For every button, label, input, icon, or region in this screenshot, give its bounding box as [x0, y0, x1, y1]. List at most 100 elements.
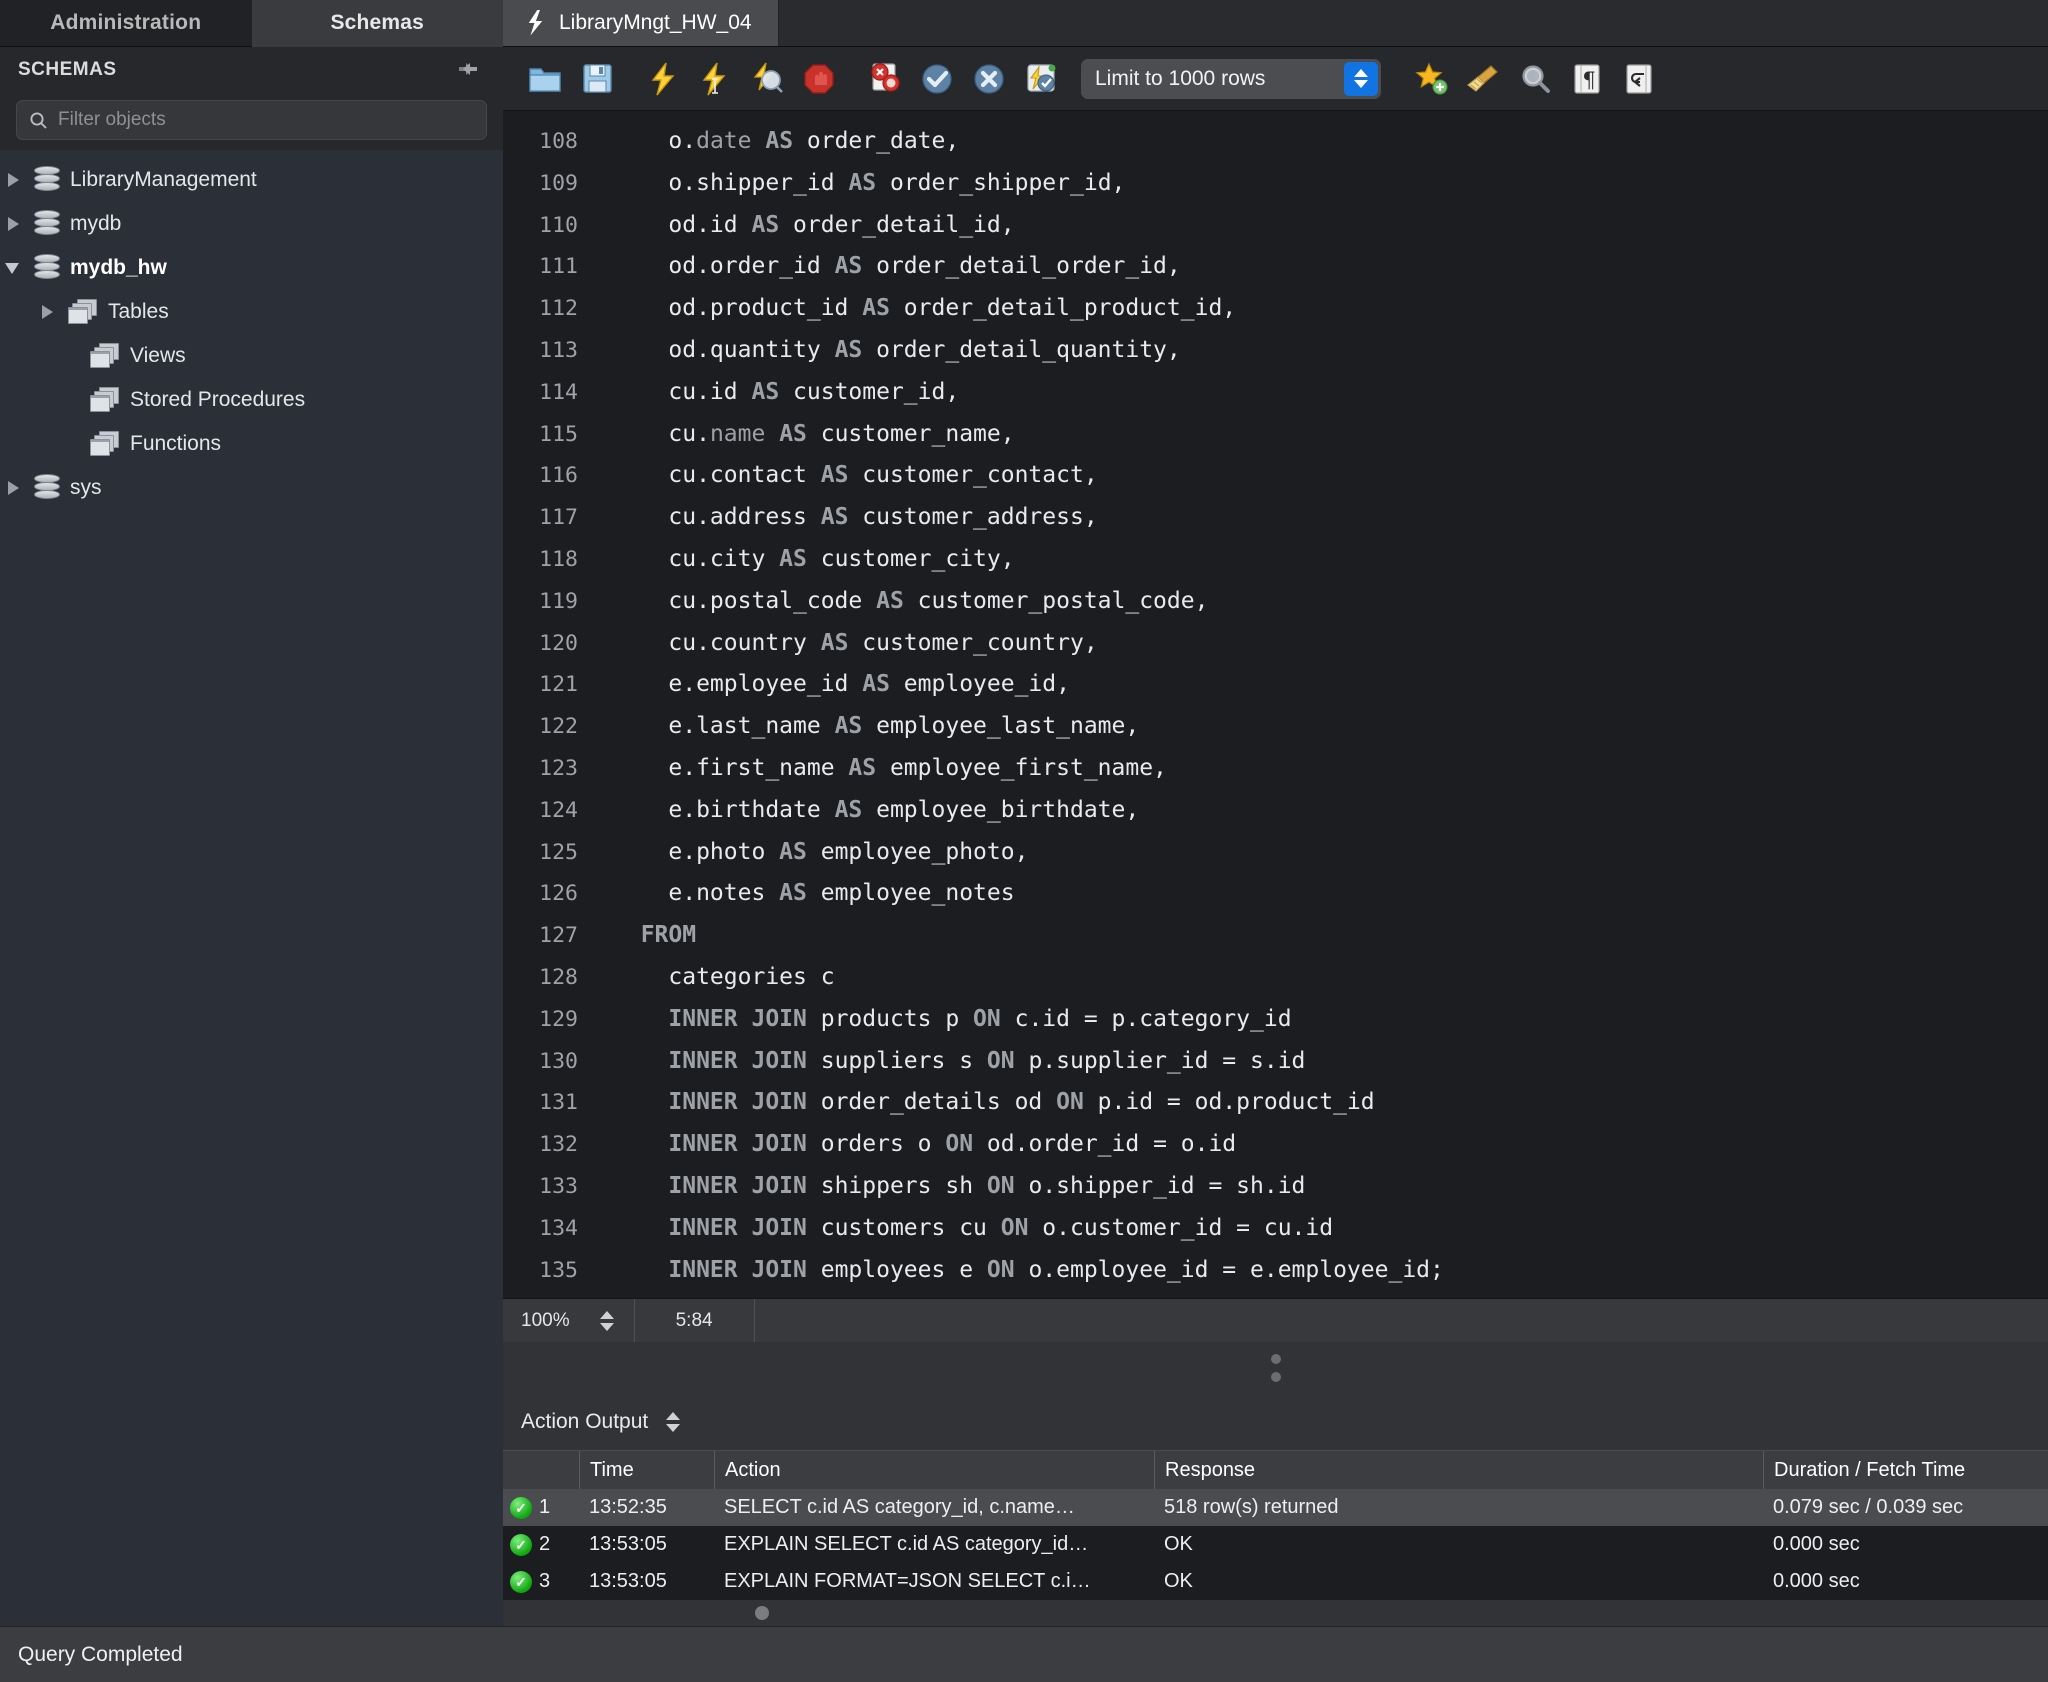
code-line[interactable]: cu.name AS customer_name, — [613, 414, 2048, 456]
row-response: OK — [1164, 1570, 1193, 1592]
output-type-select[interactable] — [666, 1412, 681, 1432]
toggle-stop-on-error-button[interactable] — [859, 53, 911, 105]
editor-tab-group: LibraryMngt_HW_04 — [503, 0, 2048, 47]
tree-item-label: LibraryManagement — [70, 168, 257, 191]
sql-editor-toolbar: Limit to 1000 rows ¶ — [503, 47, 2048, 111]
row-time: 13:53:05 — [589, 1570, 667, 1592]
filter-area — [0, 93, 503, 150]
execute-statement-button[interactable] — [637, 53, 689, 105]
no-chevron-spacer — [60, 434, 80, 454]
search-input[interactable] — [58, 109, 474, 131]
code-line[interactable]: INNER JOIN suppliers s ON p.supplier_id … — [613, 1041, 2048, 1083]
sql-code-text[interactable]: o.date AS order_date, o.shipper_id AS or… — [595, 111, 2048, 1298]
commit-button[interactable] — [911, 53, 963, 105]
code-line[interactable]: cu.contact AS customer_contact, — [613, 455, 2048, 497]
code-line[interactable]: od.quantity AS order_detail_quantity, — [613, 330, 2048, 372]
code-line[interactable]: o.date AS order_date, — [613, 121, 2048, 163]
line-number: 130 — [539, 1048, 578, 1074]
table-row[interactable]: ✓ 2 13:53:05 EXPLAIN SELECT c.id AS categor… — [503, 1526, 2048, 1563]
app-status-bar: Query Completed — [0, 1626, 2048, 1682]
schemas-header: SCHEMAS — [0, 47, 503, 93]
filter-box[interactable] — [16, 100, 487, 140]
code-line[interactable]: INNER JOIN products p ON c.id = p.catego… — [613, 999, 2048, 1041]
line-number: 127 — [539, 923, 578, 949]
chevron-right-icon[interactable] — [4, 170, 24, 190]
toggle-word-wrap-button[interactable] — [1613, 53, 1665, 105]
toggle-autocommit-button[interactable] — [1015, 53, 1067, 105]
col-action-header[interactable]: Action — [714, 1451, 1154, 1489]
code-line[interactable]: categories c — [613, 957, 2048, 999]
col-duration-header[interactable]: Duration / Fetch Time — [1763, 1451, 2048, 1489]
code-line[interactable]: cu.id AS customer_id, — [613, 372, 2048, 414]
results-splitter[interactable] — [503, 1342, 2048, 1394]
tree-item-views[interactable]: Views — [0, 334, 503, 378]
editor-status-bar: 100% 5:84 — [503, 1298, 2048, 1343]
code-line[interactable]: o.shipper_id AS order_shipper_id, — [613, 163, 2048, 205]
editor-tab-librarymngt-hw-04[interactable]: LibraryMngt_HW_04 — [503, 0, 779, 46]
beautify-sql-button[interactable] — [1457, 53, 1509, 105]
row-limit-select[interactable]: Limit to 1000 rows — [1081, 58, 1381, 99]
code-line[interactable]: cu.postal_code AS customer_postal_code, — [613, 581, 2048, 623]
code-line[interactable]: cu.country AS customer_country, — [613, 623, 2048, 665]
status-message: Query Completed — [18, 1642, 183, 1666]
tree-item-sys[interactable]: sys — [0, 466, 503, 510]
sql-code-editor[interactable]: 108 109 110 111 112 113 114 115 116 117 118 119 120 1… — [503, 111, 2048, 1298]
tree-item-tables[interactable]: Tables — [0, 290, 503, 334]
table-row[interactable]: ✓ 1 13:52:35 SELECT c.id AS category_id, c.… — [503, 1489, 2048, 1526]
line-number: 126 — [539, 881, 578, 907]
code-line[interactable]: od.id AS order_detail_id, — [613, 205, 2048, 247]
tree-item-librarymanagement[interactable]: LibraryManagement — [0, 158, 503, 202]
execute-current-statement-button[interactable] — [689, 53, 741, 105]
code-line[interactable]: FROM — [613, 915, 2048, 957]
code-line[interactable]: e.employee_id AS employee_id, — [613, 664, 2048, 706]
chevron-right-icon[interactable] — [38, 302, 58, 322]
refresh-icon[interactable] — [455, 57, 481, 83]
stop-execution-button[interactable] — [793, 53, 845, 105]
explain-statement-button[interactable] — [741, 53, 793, 105]
code-line[interactable]: od.order_id AS order_detail_order_id, — [613, 246, 2048, 288]
code-line[interactable]: INNER JOIN order_details od ON p.id = od… — [613, 1082, 2048, 1124]
line-number: 135 — [539, 1257, 578, 1283]
col-response-header[interactable]: Response — [1154, 1451, 1763, 1489]
tab-administration[interactable]: Administration — [0, 0, 252, 47]
code-line[interactable]: e.notes AS employee_notes — [613, 873, 2048, 915]
toggle-invisible-chars-button[interactable]: ¶ — [1561, 53, 1613, 105]
code-line[interactable]: e.last_name AS employee_last_name, — [613, 706, 2048, 748]
find-button[interactable] — [1509, 53, 1561, 105]
chevron-updown-icon[interactable] — [1344, 61, 1378, 96]
tab-schemas[interactable]: Schemas — [251, 0, 503, 47]
cursor-position: 5:84 — [675, 1309, 713, 1331]
code-line[interactable]: e.photo AS employee_photo, — [613, 832, 2048, 874]
zoom-stepper[interactable] — [594, 1310, 620, 1331]
row-limit-label: Limit to 1000 rows — [1095, 66, 1266, 90]
code-line[interactable]: od.product_id AS order_detail_product_id… — [613, 288, 2048, 330]
tree-item-mydb_hw[interactable]: mydb_hw — [0, 246, 503, 290]
lightning-icon — [528, 9, 543, 36]
save-snippet-button[interactable] — [1405, 53, 1457, 105]
output-bottom-handle[interactable] — [503, 1600, 2048, 1626]
code-line[interactable]: e.first_name AS employee_first_name, — [613, 748, 2048, 790]
code-line[interactable]: INNER JOIN employees e ON o.employee_id … — [613, 1250, 2048, 1292]
chevron-right-icon[interactable] — [4, 478, 24, 498]
code-line[interactable]: INNER JOIN orders o ON od.order_id = o.i… — [613, 1124, 2048, 1166]
tree-item-mydb[interactable]: mydb — [0, 202, 503, 246]
tree-item-stored-procedures[interactable]: Stored Procedures — [0, 378, 503, 422]
chevron-right-icon[interactable] — [4, 214, 24, 234]
check-icon: ✓ — [510, 1533, 532, 1556]
open-sql-file-button[interactable] — [519, 53, 571, 105]
tree-item-functions[interactable]: Functions — [0, 422, 503, 466]
code-line[interactable]: INNER JOIN customers cu ON o.customer_id… — [613, 1208, 2048, 1250]
line-number: 122 — [539, 714, 578, 740]
table-row[interactable]: ✓ 3 13:53:05 EXPLAIN FORMAT=JSON SELECT c.i… — [503, 1563, 2048, 1600]
code-line[interactable]: cu.address AS customer_address, — [613, 497, 2048, 539]
line-number: 115 — [539, 421, 578, 447]
code-line[interactable]: INNER JOIN shippers sh ON o.shipper_id =… — [613, 1166, 2048, 1208]
col-time-header[interactable]: Time — [579, 1451, 714, 1489]
chevron-down-icon[interactable] — [4, 258, 24, 278]
check-icon: ✓ — [510, 1496, 532, 1519]
save-sql-file-button[interactable] — [571, 53, 623, 105]
code-line[interactable] — [613, 1291, 2048, 1298]
code-line[interactable]: e.birthdate AS employee_birthdate, — [613, 790, 2048, 832]
code-line[interactable]: cu.city AS customer_city, — [613, 539, 2048, 581]
rollback-button[interactable] — [963, 53, 1015, 105]
